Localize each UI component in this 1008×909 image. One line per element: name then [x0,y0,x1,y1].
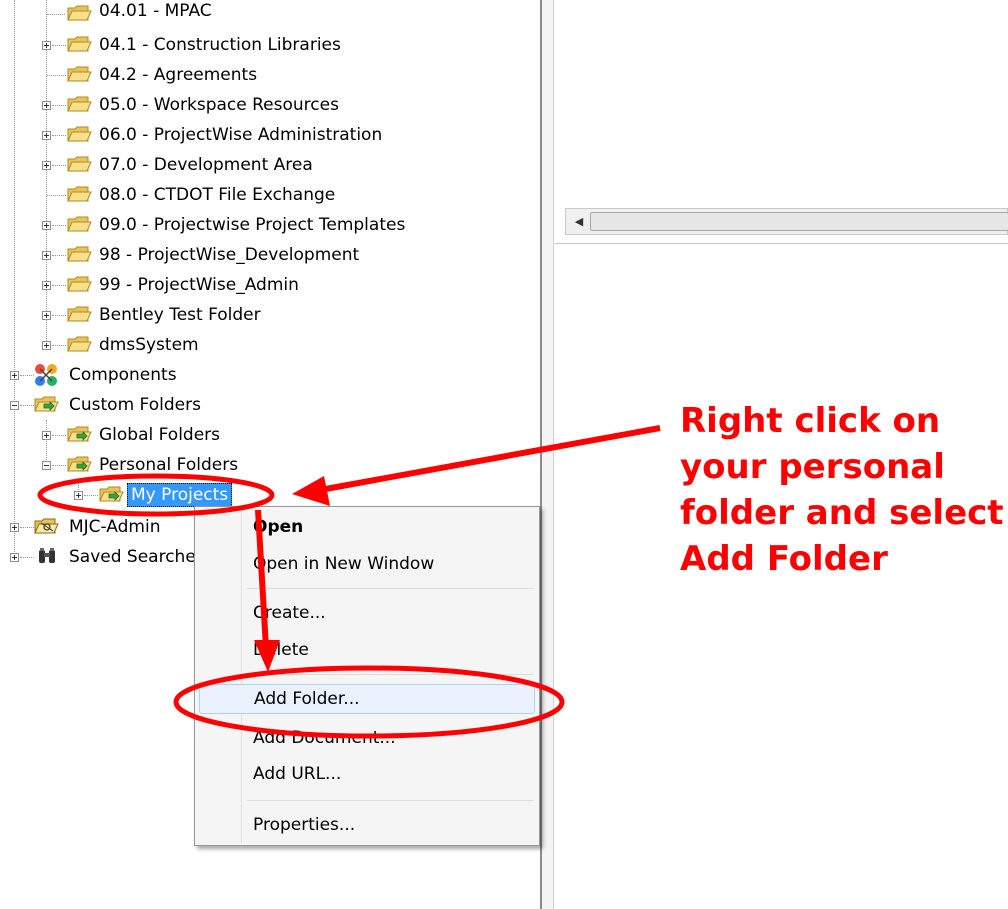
tree-guide-line [14,0,15,562]
tree-item-label: Components [69,365,177,385]
collapse-icon[interactable] [42,461,51,470]
folder-icon [66,303,92,325]
menu-item-delete[interactable]: Delete [199,635,535,665]
folder-icon [66,243,92,265]
menu-item-open-in-new-window[interactable]: Open in New Window [199,549,535,579]
menu-item-add-document[interactable]: Add Document... [199,723,535,753]
expand-icon[interactable] [42,41,51,50]
tree-item-label: 08.0 - CTDOT File Exchange [99,185,336,205]
tree-item-label: Custom Folders [69,395,201,415]
tree-item-label: MJC-Admin [69,517,161,537]
expand-icon[interactable] [42,311,51,320]
custom-folder-icon [66,423,92,445]
folder-icon [66,183,92,205]
folder-icon [66,333,92,355]
expand-icon[interactable] [42,101,51,110]
menu-separator [247,674,533,675]
expand-icon[interactable] [10,371,19,380]
tree-guide-line [46,420,47,466]
expand-icon[interactable] [74,491,83,500]
menu-item-create[interactable]: Create... [199,598,535,628]
tree-item-label: dmsSystem [99,335,199,355]
folder-icon [66,153,92,175]
context-menu: Open Open in New Window Create... Delete… [194,506,540,846]
tree-item-label: 06.0 - ProjectWise Administration [99,125,383,145]
tree-item-label: 04.01 - MPAC [99,1,212,21]
horizontal-scrollbar[interactable]: ◀ [565,208,1008,235]
menu-separator [247,800,533,801]
custom-folder-icon [66,453,92,475]
menu-item-add-url[interactable]: Add URL... [199,759,535,789]
user-folder-icon [34,518,59,534]
folder-icon [66,273,92,295]
binoculars-icon [39,548,55,563]
tree-item-label: 07.0 - Development Area [99,155,313,175]
tree-item-label: 04.2 - Agreements [99,65,258,85]
tree-item-label: 98 - ProjectWise_Development [99,245,360,265]
components-icon [35,364,57,386]
pane-splitter[interactable] [540,0,554,909]
tree-item-label: Saved Searches [69,547,205,567]
tree-item-label: Global Folders [99,425,221,445]
scrollbar-thumb[interactable] [590,212,1008,231]
expand-icon[interactable] [42,281,51,290]
tree-item-label: Bentley Test Folder [99,305,261,325]
expand-icon[interactable] [10,553,19,562]
folder-icon [66,63,92,85]
tree-item-label: Personal Folders [99,455,239,475]
callout-line: your personal [680,447,945,487]
folder-icon [66,93,92,115]
menu-item-add-folder[interactable]: Add Folder... [199,684,535,714]
tree-item-label: 05.0 - Workspace Resources [99,95,339,115]
folder-icon [66,33,92,55]
expand-icon[interactable] [42,251,51,260]
menu-separator [247,588,533,589]
expand-icon[interactable] [10,523,19,532]
expand-icon[interactable] [42,341,51,350]
menu-item-open[interactable]: Open [199,512,535,542]
expand-icon[interactable] [42,221,51,230]
expand-icon[interactable] [42,161,51,170]
callout-line: folder and select [680,493,1004,533]
collapse-icon[interactable] [10,401,19,410]
tree-item-label: 99 - ProjectWise_Admin [99,275,299,295]
callout-line: Add Folder [680,539,888,579]
tree-item-label-selected: My Projects [127,483,233,507]
folder-icon [66,123,92,145]
folder-icon [66,2,92,24]
callout-line: Right click on [680,401,941,441]
pane-separator [555,243,1008,244]
instruction-callout: Right click on your personal folder and … [680,398,1004,582]
tree-item-label: 04.1 - Construction Libraries [99,35,341,55]
expand-icon[interactable] [42,131,51,140]
expand-icon[interactable] [42,431,51,440]
custom-folder-icon [33,393,59,415]
tree-item-label: 09.0 - Projectwise Project Templates [99,215,406,235]
tree-guide-line [46,0,47,345]
scroll-left-icon[interactable]: ◀ [570,209,588,234]
menu-item-properties[interactable]: Properties... [199,810,535,840]
custom-folder-icon [98,483,124,505]
folder-icon [66,213,92,235]
